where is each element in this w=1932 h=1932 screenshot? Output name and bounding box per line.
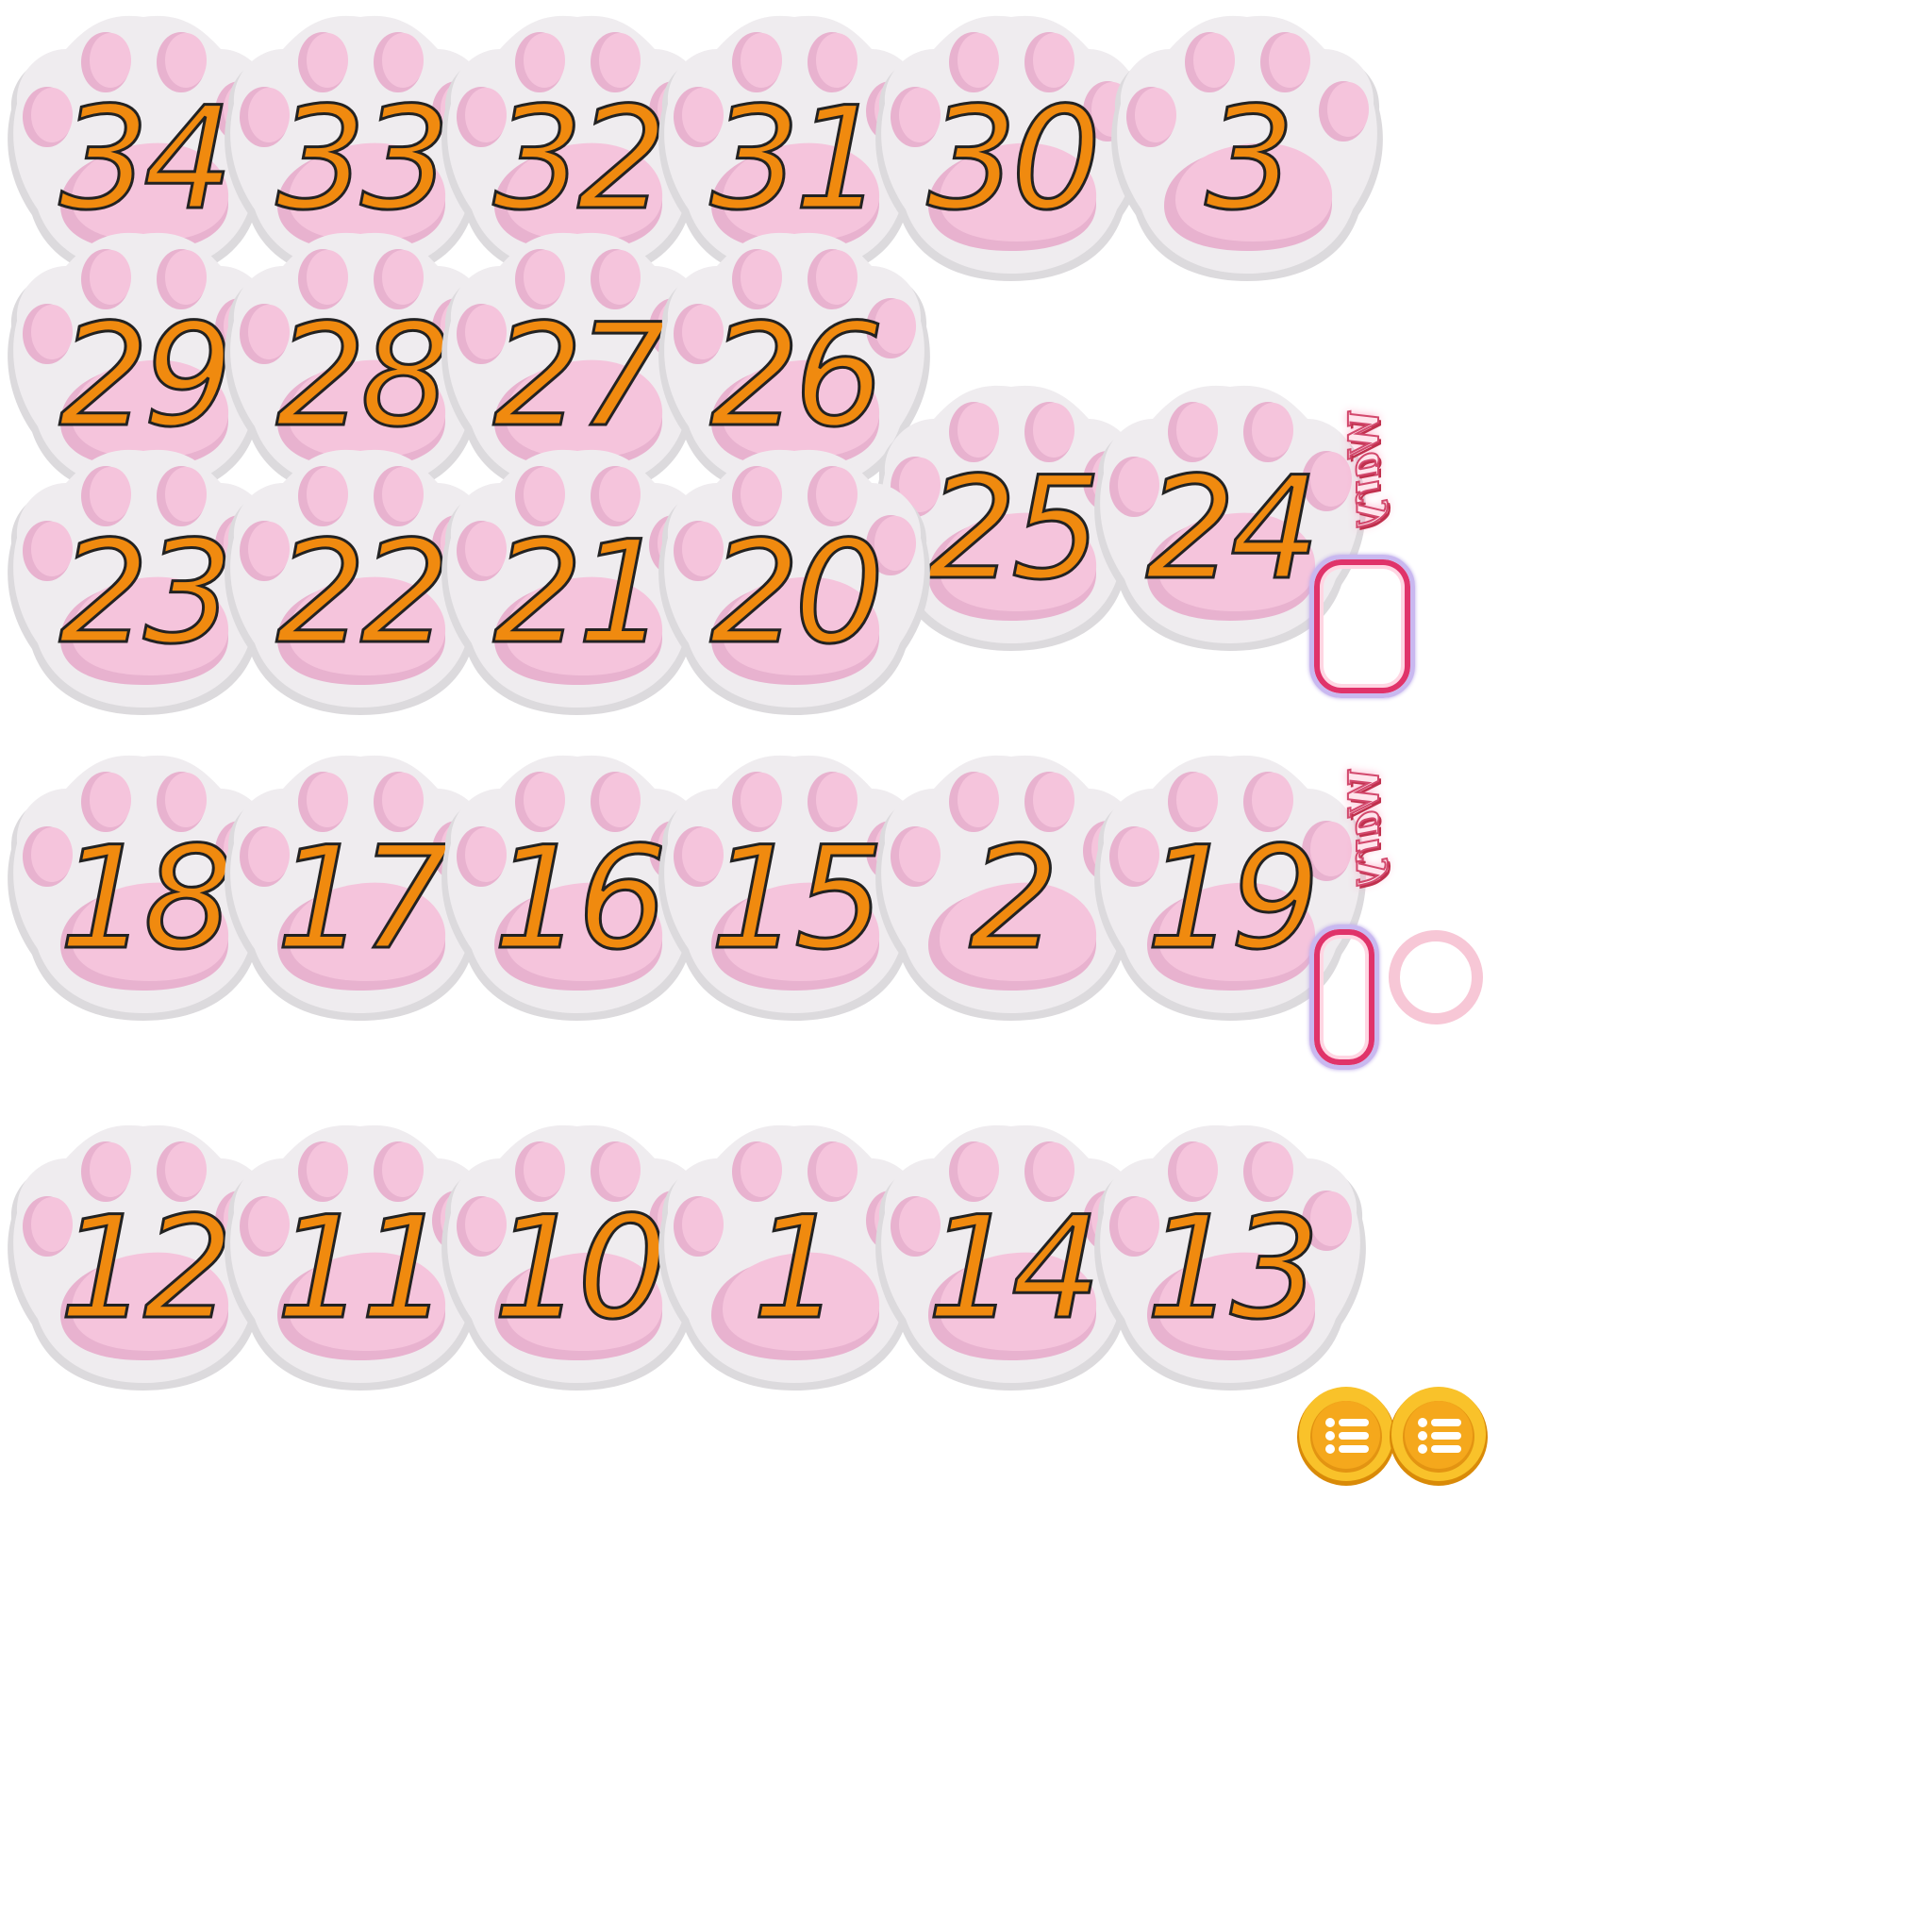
rounded-frame	[1309, 555, 1415, 698]
paw-number: 20	[708, 511, 886, 675]
menu-coin-button[interactable]	[1387, 1385, 1491, 1489]
sticker-text: Wary	[1340, 408, 1390, 526]
pill-frame	[1309, 924, 1379, 1070]
ring-icon	[1389, 930, 1483, 1024]
word-sticker: Wary	[1332, 377, 1398, 557]
paw-tile[interactable]: 13	[1089, 1115, 1372, 1398]
sprite-atlas: 34 33 32 31 30 3 29 28 27 26 25 24 23 22…	[0, 0, 1932, 1932]
word-sticker: Wary	[1332, 736, 1398, 915]
sticker-text: Wary	[1340, 767, 1390, 885]
paw-tile[interactable]: 20	[653, 440, 936, 723]
paw-number: 13	[1144, 1187, 1322, 1351]
menu-list-icon	[1294, 1385, 1398, 1489]
menu-coin-button[interactable]	[1294, 1385, 1398, 1489]
paw-number: 3	[1204, 77, 1296, 242]
paw-tile[interactable]: 3	[1106, 6, 1389, 289]
menu-list-icon	[1387, 1385, 1491, 1489]
